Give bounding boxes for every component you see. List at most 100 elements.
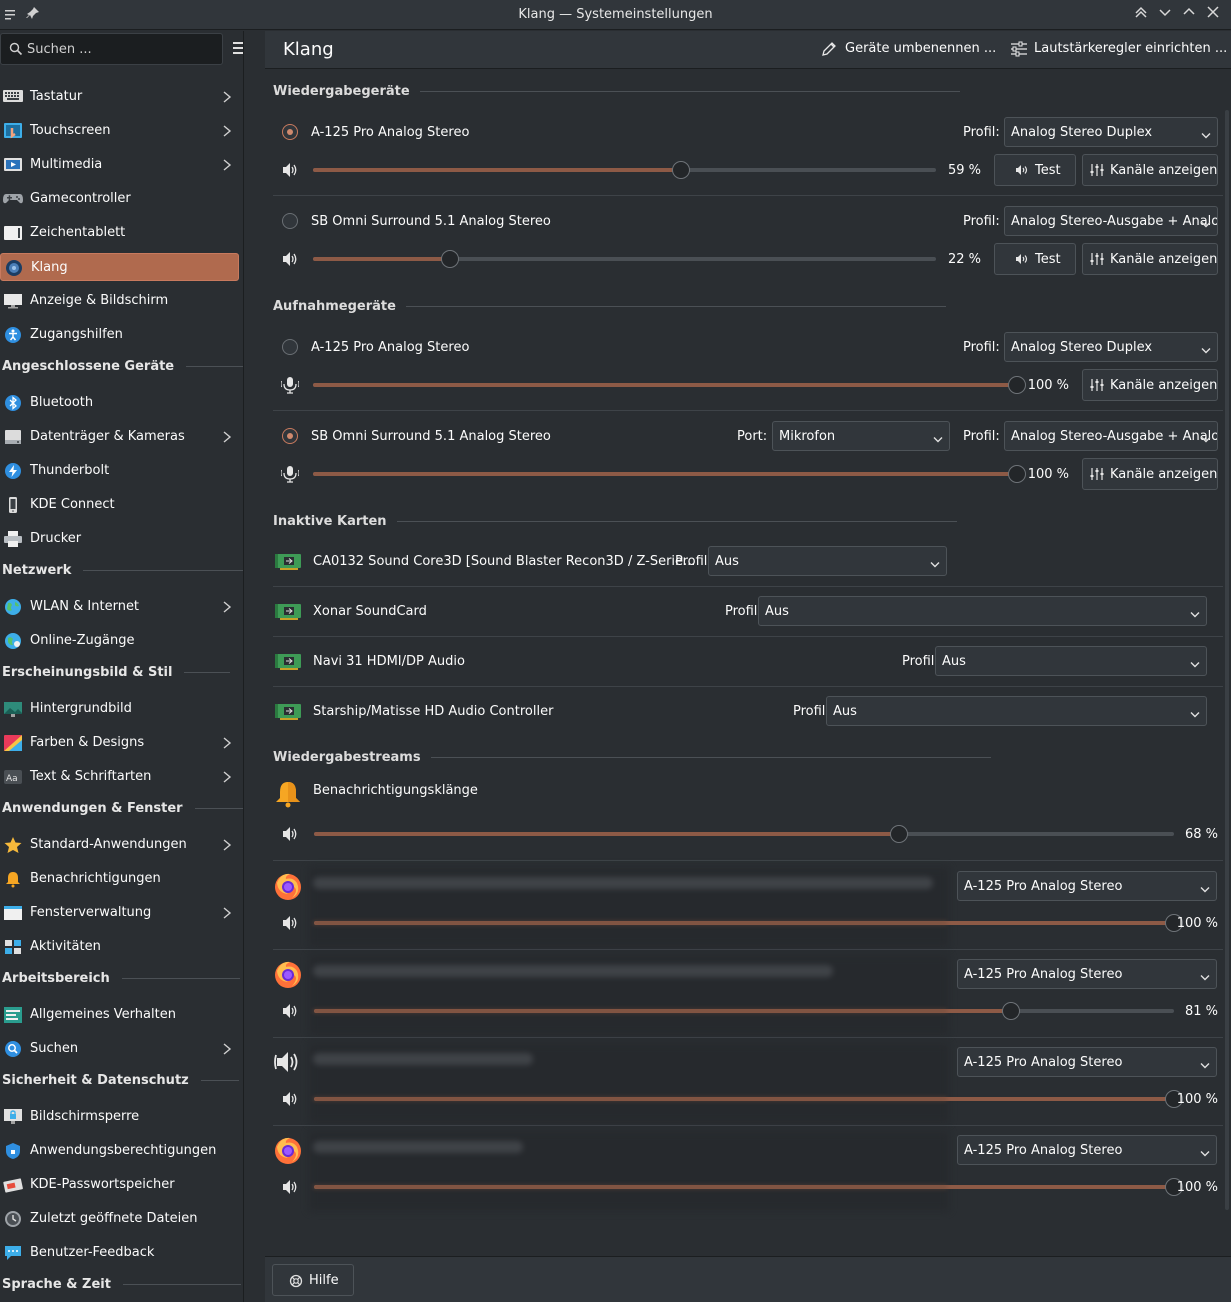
notification-volume-slider[interactable] [314, 832, 1174, 836]
sidebar-item-online-zugänge[interactable]: Online-Zugänge [0, 627, 239, 655]
stream-output-device-select[interactable]: A-125 Pro Analog Stereo [957, 959, 1217, 989]
volume-slider[interactable] [313, 472, 1017, 476]
font-icon: Aa [3, 768, 23, 786]
general-icon [3, 1006, 23, 1024]
card-profile-select[interactable]: Aus [826, 696, 1207, 726]
chevron-down-icon [1201, 129, 1211, 139]
speaker-icon[interactable] [281, 1002, 299, 1020]
sidebar-item-benutzer-feedback[interactable]: Benutzer-Feedback [0, 1239, 239, 1267]
minimize-icon[interactable] [1155, 5, 1175, 25]
card-profile-select[interactable]: Aus [935, 646, 1207, 676]
sidebar-item-klang[interactable]: Klang [0, 253, 239, 281]
sidebar-item-kde-passwortspeicher[interactable]: KDE-Passwortspeicher [0, 1171, 239, 1199]
sidebar-item-anwendungsberechtigungen[interactable]: Anwendungsberechtigungen [0, 1137, 239, 1165]
default-device-radio[interactable] [282, 124, 298, 140]
sidebar-item-allgemeines-verhalten[interactable]: Allgemeines Verhalten [0, 1001, 239, 1029]
sidebar-item-drucker[interactable]: Drucker [0, 525, 239, 553]
sidebar-item-multimedia[interactable]: Multimedia [0, 151, 239, 179]
sidebar-item-thunderbolt[interactable]: Thunderbolt [0, 457, 239, 485]
search-icon [9, 42, 23, 56]
content-scrollbar[interactable] [1223, 70, 1231, 1256]
sidebar-item-tastatur[interactable]: Tastatur [0, 83, 239, 111]
volume-percent: 68 % [1184, 827, 1218, 842]
profile-select[interactable]: Analog Stereo-Ausgabe + Analog [1004, 421, 1218, 451]
default-device-radio[interactable] [282, 213, 298, 229]
content-scrollbar-thumb[interactable] [1225, 110, 1229, 1210]
sidebar-item-bluetooth[interactable]: Bluetooth [0, 389, 239, 417]
sidebar-item-hintergrundbild[interactable]: Hintergrundbild [0, 695, 239, 723]
volume-percent: 100 % [1176, 1092, 1218, 1107]
test-button[interactable]: Test [994, 154, 1076, 186]
microphone-icon[interactable] [280, 465, 300, 483]
sidebar-item-benachrichtigungen[interactable]: Benachrichtigungen [0, 865, 239, 893]
sidebar-item-kde-connect[interactable]: KDE Connect [0, 491, 239, 519]
speaker-icon[interactable] [281, 250, 299, 268]
slider-handle[interactable] [1008, 376, 1026, 394]
sidebar-item-text-schriftarten[interactable]: Aa Text & Schriftarten [0, 763, 239, 791]
stream-output-device-select[interactable]: A-125 Pro Analog Stereo [957, 1047, 1217, 1077]
default-device-radio[interactable] [282, 339, 298, 355]
microphone-icon[interactable] [280, 376, 300, 394]
sidebar-item-suchen[interactable]: Suchen [0, 1035, 239, 1063]
slider-handle[interactable] [1008, 465, 1026, 483]
volume-slider[interactable] [313, 383, 1017, 387]
stream-output-device-select[interactable]: A-125 Pro Analog Stereo [957, 1135, 1217, 1165]
stream-output-device-select[interactable]: A-125 Pro Analog Stereo [957, 871, 1217, 901]
sidebar-item-standard-anwendungen[interactable]: Standard-Anwendungen [0, 831, 239, 859]
sidebar-item-fensterverwaltung[interactable]: Fensterverwaltung [0, 899, 239, 927]
volume-slider[interactable] [313, 168, 936, 172]
speaker-icon [273, 1047, 303, 1081]
default-device-radio[interactable] [282, 428, 298, 444]
svg-text:Aa: Aa [6, 774, 18, 784]
speaker-icon[interactable] [281, 825, 299, 843]
port-select[interactable]: Mikrofon [772, 421, 950, 451]
sidebar-item-anzeige-bildschirm[interactable]: Anzeige & Bildschirm [0, 287, 239, 315]
speaker-icon[interactable] [281, 1090, 299, 1108]
profile-select[interactable]: Analog Stereo Duplex [1004, 332, 1218, 362]
card-profile-select[interactable]: Aus [708, 546, 947, 576]
slider-fill [313, 472, 1017, 476]
profile-select[interactable]: Analog Stereo-Ausgabe + Analog [1004, 206, 1218, 236]
speaker-icon[interactable] [281, 914, 299, 932]
slider-handle[interactable] [441, 250, 460, 268]
redacted-slider-overlay [313, 1097, 947, 1101]
sidebar-item-label: Farben & Designs [30, 735, 145, 750]
sidebar-section-title: Netzwerk [2, 563, 243, 578]
sidebar-item-touchscreen[interactable]: Touchscreen [0, 117, 239, 145]
sidebar-item-farben-designs[interactable]: Farben & Designs [0, 729, 239, 757]
slider-handle[interactable] [889, 825, 908, 843]
help-button[interactable]: Hilfe [272, 1264, 354, 1296]
keep-above-icon[interactable] [1131, 5, 1151, 25]
playback-devices-section-title: Wiedergabegeräte [273, 84, 960, 99]
sidebar-item-gamecontroller[interactable]: Gamecontroller [0, 185, 239, 213]
test-button[interactable]: Test [994, 243, 1076, 275]
volume-slider[interactable] [313, 257, 936, 261]
sidebar-item-wlan-internet[interactable]: WLAN & Internet [0, 593, 239, 621]
speaker-icon[interactable] [281, 161, 299, 179]
show-channels-button[interactable]: Kanäle anzeigen [1082, 154, 1218, 186]
show-channels-button[interactable]: Kanäle anzeigen [1082, 243, 1218, 275]
profile-select[interactable]: Analog Stereo Duplex [1004, 117, 1218, 147]
card-profile-select[interactable]: Aus [758, 596, 1207, 626]
speaker-icon[interactable] [281, 1178, 299, 1196]
page-title: Klang [283, 39, 334, 60]
sidebar-item-aktivitäten[interactable]: Aktivitäten [0, 933, 239, 961]
sidebar-item-zuletzt-geöffnete-dateien[interactable]: Zuletzt geöffnete Dateien [0, 1205, 239, 1233]
close-icon[interactable] [1203, 5, 1223, 25]
redacted-stream-title [313, 1141, 523, 1153]
playback-streams-section-title: Wiedergabestreams [273, 750, 991, 765]
show-channels-button[interactable]: Kanäle anzeigen [1082, 458, 1218, 490]
slider-handle[interactable] [1001, 1002, 1020, 1020]
show-channels-button[interactable]: Kanäle anzeigen [1082, 369, 1218, 401]
search-input[interactable]: Suchen ... [0, 33, 223, 65]
sidebar-item-zeichentablett[interactable]: Zeichentablett [0, 219, 239, 247]
slider-handle[interactable] [671, 161, 690, 179]
sidebar-item-bildschirmsperre[interactable]: Bildschirmsperre [0, 1103, 239, 1131]
rename-devices-button[interactable]: Geräte umbenennen ... [821, 41, 996, 56]
sidebar-item-datenträger-kameras[interactable]: Datenträger & Kameras [0, 423, 239, 451]
maximize-icon[interactable] [1179, 5, 1199, 25]
configure-volume-controls-button[interactable]: Lautstärkeregler einrichten ... [1010, 41, 1227, 57]
stream-output-device-select-value: A-125 Pro Analog Stereo [964, 1055, 1123, 1070]
hamburger-menu-icon[interactable] [233, 41, 244, 55]
sidebar-item-zugangshilfen[interactable]: Zugangshilfen [0, 321, 239, 349]
